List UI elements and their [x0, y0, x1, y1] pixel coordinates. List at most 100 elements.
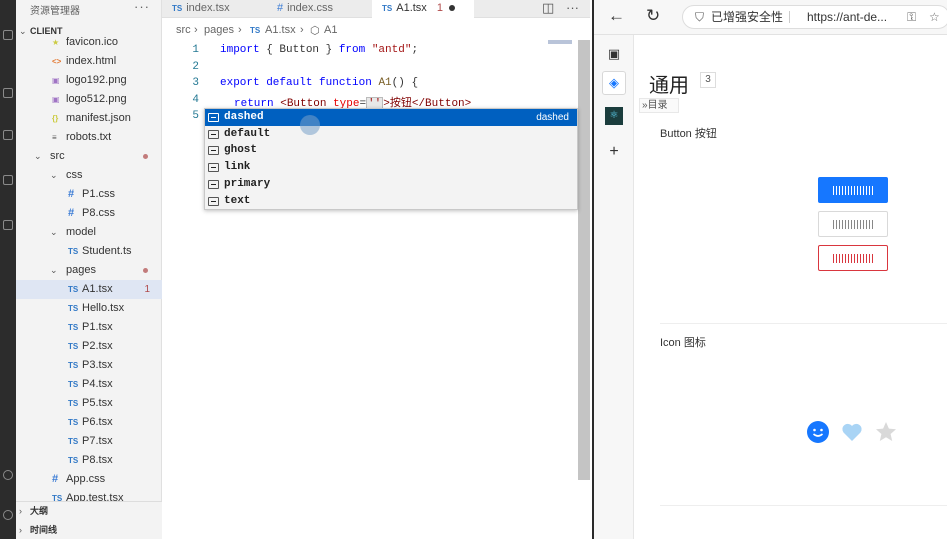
- file-item[interactable]: TS P4.tsx: [16, 375, 162, 394]
- code-token: () {: [391, 77, 419, 89]
- file-item[interactable]: ★ favicon.ico: [16, 33, 162, 52]
- file-item[interactable]: {} manifest.json: [16, 109, 162, 128]
- heart-icon[interactable]: [840, 420, 864, 444]
- browser-side-rail: ▣ ◈ ⚛ +: [594, 35, 634, 539]
- line-number: 5: [192, 110, 199, 122]
- more-actions-icon[interactable]: ···: [134, 0, 150, 14]
- file-item[interactable]: # P1.css: [16, 185, 162, 204]
- explorer-title: 资源管理器: [30, 6, 80, 17]
- file-item[interactable]: TS P7.tsx: [16, 432, 162, 451]
- suggestion-label: ghost: [224, 144, 258, 157]
- file-item[interactable]: TS A1.tsx 1: [16, 280, 162, 299]
- suggestion-item[interactable]: default: [205, 126, 577, 143]
- primary-button-demo[interactable]: [818, 177, 888, 203]
- breadcrumb-file[interactable]: A1.tsx: [265, 24, 296, 36]
- ts-file-icon: TS: [68, 342, 79, 351]
- suggestion-item[interactable]: link: [205, 159, 577, 176]
- suggestion-label: primary: [224, 177, 271, 190]
- extensions-icon[interactable]: [3, 220, 13, 230]
- minimap[interactable]: [548, 40, 572, 44]
- browser-window: ← ↻ ⛉ 已增强安全性 https://ant-de... ⚿ ☆ ▣ ◈ ⚛…: [592, 0, 947, 539]
- folder-item[interactable]: ⌄ pages: [16, 261, 162, 280]
- address-bar[interactable]: ⛉ 已增强安全性 https://ant-de... ⚿ ☆: [682, 5, 947, 29]
- ts-file-icon: TS: [68, 323, 79, 332]
- default-button-demo[interactable]: [818, 211, 888, 237]
- file-item[interactable]: TS Hello.tsx: [16, 299, 162, 318]
- file-item[interactable]: TS P2.tsx: [16, 337, 162, 356]
- add-icon[interactable]: +: [605, 143, 623, 161]
- smile-icon[interactable]: [806, 420, 830, 444]
- code-line-3: export default function A1() {: [220, 77, 418, 89]
- suggestion-item[interactable]: primary: [205, 176, 577, 193]
- diamond-extension-icon[interactable]: ◈: [602, 71, 626, 95]
- file-item[interactable]: ▣ logo512.png: [16, 90, 162, 109]
- breadcrumb-symbol[interactable]: A1: [324, 24, 337, 36]
- file-item[interactable]: ▣ logo192.png: [16, 71, 162, 90]
- folder-item[interactable]: ⌄ css: [16, 166, 162, 185]
- chevron-right-icon: ›: [300, 24, 304, 36]
- file-item[interactable]: TS P6.tsx: [16, 413, 162, 432]
- cube-icon: ⬡: [310, 25, 320, 37]
- split-editor-icon[interactable]: ◫: [542, 0, 554, 15]
- timeline-label: 时间线: [30, 525, 58, 535]
- tab-a1-tsx[interactable]: TS A1.tsx 1: [372, 0, 474, 18]
- folder-item[interactable]: ⌄ src: [16, 147, 162, 166]
- key-icon[interactable]: ⚿: [907, 6, 916, 28]
- outline-panel[interactable]: › 大纲: [16, 502, 162, 521]
- tab-actions-icon[interactable]: ▣: [605, 45, 623, 63]
- tree-item-label: P1.css: [82, 188, 116, 200]
- tree-item-label: model: [66, 226, 96, 238]
- chevron-right-icon: ›: [238, 24, 242, 36]
- search-icon[interactable]: [3, 88, 13, 98]
- star-icon[interactable]: [874, 420, 898, 444]
- file-item[interactable]: TS P3.tsx: [16, 356, 162, 375]
- suggestion-item[interactable]: ghost: [205, 142, 577, 159]
- files-icon[interactable]: [3, 30, 13, 40]
- breadcrumb-src[interactable]: src: [176, 24, 191, 36]
- ts-file-icon: TS: [68, 380, 79, 389]
- refresh-icon[interactable]: ↻: [646, 6, 660, 26]
- account-icon[interactable]: [3, 470, 13, 480]
- tab-index-css[interactable]: # index.css: [277, 0, 377, 18]
- editor-scrollbar[interactable]: [578, 40, 590, 480]
- react-devtools-icon[interactable]: ⚛: [605, 107, 623, 125]
- file-item[interactable]: # App.css: [16, 470, 162, 489]
- source-control-icon[interactable]: [3, 130, 13, 140]
- file-item[interactable]: # P8.css: [16, 204, 162, 223]
- explorer-bottom-panels: › 大纲 › 时间线: [16, 501, 162, 539]
- danger-button-demo[interactable]: [818, 245, 888, 271]
- tab-index-tsx[interactable]: TS index.tsx: [172, 0, 272, 18]
- suggestion-item[interactable]: text: [205, 193, 577, 210]
- ts-file-icon: TS: [68, 437, 79, 446]
- breadcrumb-pages[interactable]: pages: [204, 24, 234, 36]
- file-item[interactable]: TS P8.tsx: [16, 451, 162, 470]
- back-arrow-icon[interactable]: ←: [608, 6, 625, 26]
- tab-label: index.tsx: [186, 2, 230, 14]
- toc-toggle[interactable]: »目录: [639, 98, 679, 113]
- problem-count: 1: [436, 2, 443, 14]
- tree-item-label: P1.tsx: [82, 321, 113, 333]
- star-icon[interactable]: ☆: [929, 6, 940, 28]
- html-file-icon: <>: [52, 57, 62, 66]
- tree-item-label: P3.tsx: [82, 359, 113, 371]
- ts-file-icon: TS: [250, 26, 261, 35]
- more-actions-icon[interactable]: ···: [566, 0, 579, 15]
- divider: [789, 11, 790, 23]
- settings-gear-icon[interactable]: [3, 510, 13, 520]
- image-file-icon: ▣: [52, 76, 60, 85]
- activity-bar: [0, 0, 16, 539]
- modified-dot-icon: [143, 154, 148, 159]
- suggestion-item[interactable]: dashed dashed: [205, 109, 577, 126]
- file-item[interactable]: TS P1.tsx: [16, 318, 162, 337]
- debug-icon[interactable]: [3, 175, 13, 185]
- folder-item[interactable]: ⌄ model: [16, 223, 162, 242]
- file-item[interactable]: <> index.html: [16, 52, 162, 71]
- unsaved-dot-icon[interactable]: [448, 5, 455, 12]
- line-number: 4: [192, 94, 199, 106]
- enum-member-icon: [208, 196, 219, 206]
- timeline-panel[interactable]: › 时间线: [16, 521, 162, 539]
- file-item[interactable]: TS P5.tsx: [16, 394, 162, 413]
- page-title: 通用: [649, 75, 689, 97]
- file-item[interactable]: ≡ robots.txt: [16, 128, 162, 147]
- file-item[interactable]: TS Student.ts: [16, 242, 162, 261]
